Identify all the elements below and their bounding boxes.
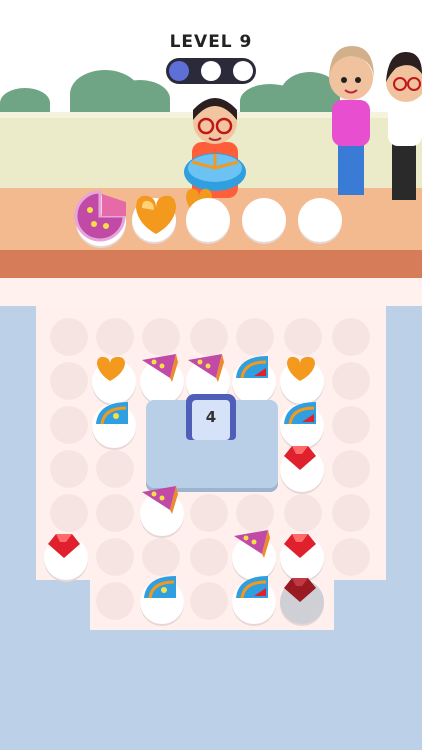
pie-slice-icon — [142, 486, 178, 514]
fan-cake-icon — [284, 402, 316, 425]
grid-slot[interactable] — [96, 450, 134, 488]
counter-plate[interactable] — [242, 198, 286, 242]
counter-plate[interactable] — [186, 198, 230, 242]
heart-cookie-icon — [97, 356, 125, 381]
grid-slot[interactable] — [284, 494, 322, 532]
grid-slot[interactable] — [96, 494, 134, 532]
grid-slot[interactable] — [284, 318, 322, 356]
red-gem-candy-icon — [48, 534, 80, 558]
pie-slice-icon — [188, 354, 224, 382]
customer-glasses — [386, 52, 422, 200]
grid-slot[interactable] — [50, 362, 88, 400]
grid-slot[interactable] — [332, 362, 370, 400]
grid-slot[interactable] — [332, 318, 370, 356]
grid-slot[interactable] — [50, 494, 88, 532]
progress-dot-empty — [201, 61, 221, 81]
grid-slot[interactable] — [236, 318, 274, 356]
grid-slot[interactable] — [50, 318, 88, 356]
heart-cookie-icon — [287, 356, 315, 381]
customer-pink-shirt — [329, 46, 374, 195]
grid-slot[interactable] — [50, 406, 88, 444]
grid-slot[interactable] — [332, 538, 370, 576]
grid-slot[interactable] — [332, 406, 370, 444]
grid-slot[interactable] — [332, 494, 370, 532]
item-box-count: 4 — [205, 408, 217, 426]
grid-slot[interactable] — [236, 494, 274, 532]
grid-slot[interactable] — [332, 450, 370, 488]
counter-ledge — [0, 250, 422, 278]
grid-slot[interactable] — [96, 318, 134, 356]
tile-floor-bottom — [0, 630, 422, 750]
fan-cake-icon — [236, 576, 268, 599]
board-corner-right — [334, 580, 386, 630]
red-gem-candy-icon — [284, 534, 316, 558]
counter-plate[interactable] — [298, 198, 342, 242]
pie-slice-icon — [142, 354, 178, 382]
grid-slot[interactable] — [190, 318, 228, 356]
grid-slot[interactable] — [190, 538, 228, 576]
pie-slice-icon — [74, 190, 126, 242]
grid-slot[interactable] — [190, 582, 228, 620]
grid-slot[interactable] — [96, 582, 134, 620]
progress-dot-filled — [169, 61, 189, 81]
red-gem-candy-icon — [284, 446, 316, 470]
fan-cake-icon — [236, 356, 268, 379]
grid-slot[interactable] — [50, 450, 88, 488]
grid-slot[interactable] — [142, 318, 180, 356]
fan-cake-icon — [96, 402, 128, 425]
progress-dot-empty — [233, 61, 253, 81]
board-gap — [0, 278, 422, 306]
red-gem-candy-icon — [284, 578, 316, 602]
heart-cookie-icon — [136, 195, 176, 234]
grid-slot[interactable] — [142, 538, 180, 576]
fan-cake-icon — [144, 576, 176, 599]
grid-slot[interactable] — [96, 538, 134, 576]
grid-slot[interactable] — [190, 494, 228, 532]
level-progress-bar — [166, 58, 256, 84]
pie-slice-icon — [234, 530, 270, 558]
board-corner-left — [36, 580, 90, 630]
